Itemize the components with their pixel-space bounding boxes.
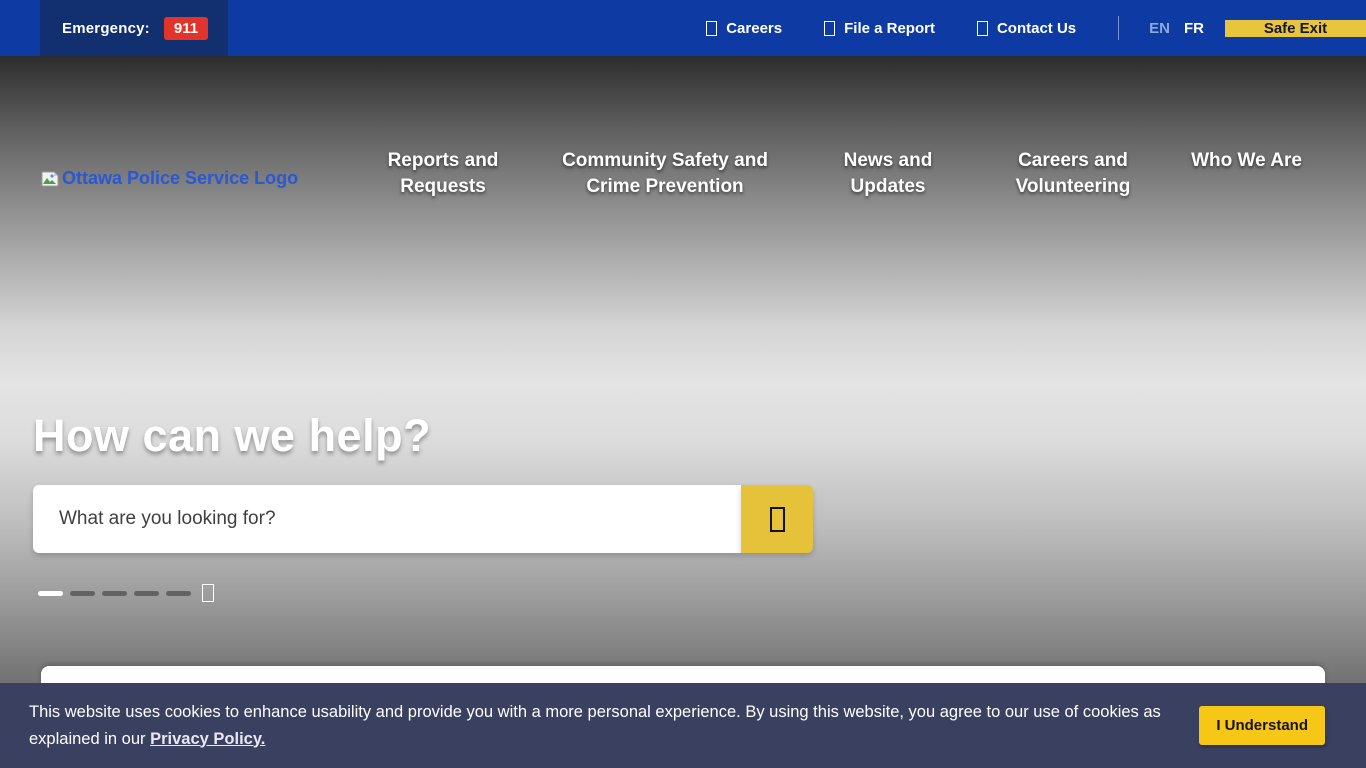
topbar-links: Careers File a Report Contact Us EN FR S… bbox=[706, 0, 1366, 56]
broken-image-icon bbox=[41, 171, 59, 187]
language-toggle-en[interactable]: EN bbox=[1149, 20, 1170, 37]
carousel-indicator-2[interactable] bbox=[70, 591, 95, 596]
carousel-controls bbox=[38, 584, 214, 602]
carousel-indicator-1[interactable] bbox=[38, 591, 63, 596]
hero-heading: How can we help? bbox=[33, 410, 431, 462]
site-search bbox=[33, 485, 813, 553]
contact-us-link[interactable]: Contact Us bbox=[977, 20, 1076, 37]
nav-item-news-and-updates[interactable]: News and Updates bbox=[808, 148, 968, 200]
language-toggle-fr[interactable]: FR bbox=[1184, 20, 1204, 37]
careers-link[interactable]: Careers bbox=[706, 20, 782, 37]
nav-item-community-safety[interactable]: Community Safety and Crime Prevention bbox=[548, 148, 782, 200]
emergency-notice: Emergency: 911 bbox=[40, 0, 228, 56]
emergency-label: Emergency: bbox=[62, 20, 150, 37]
main-navigation: Ottawa Police Service Logo Reports and R… bbox=[0, 56, 1366, 186]
nav-item-who-we-are[interactable]: Who We Are bbox=[1180, 148, 1313, 174]
carousel-indicator-4[interactable] bbox=[134, 591, 159, 596]
carousel-indicator-5[interactable] bbox=[166, 591, 191, 596]
home-logo-link[interactable]: Ottawa Police Service Logo bbox=[41, 168, 298, 189]
top-utility-bar: Emergency: 911 Careers File a Report Con… bbox=[0, 0, 1366, 56]
nav-item-reports-and-requests[interactable]: Reports and Requests bbox=[363, 148, 523, 200]
contact-us-link-label: Contact Us bbox=[997, 20, 1076, 37]
search-button[interactable] bbox=[741, 485, 813, 553]
cookie-message: This website uses cookies to enhance usa… bbox=[29, 699, 1175, 753]
language-divider bbox=[1118, 16, 1119, 40]
logo-alt-text: Ottawa Police Service Logo bbox=[62, 168, 298, 189]
file-report-icon bbox=[824, 21, 835, 36]
carousel-indicator-3[interactable] bbox=[102, 591, 127, 596]
nav-item-careers-and-volunteering[interactable]: Careers and Volunteering bbox=[985, 148, 1161, 200]
i-understand-button[interactable]: I Understand bbox=[1199, 706, 1325, 745]
privacy-policy-link[interactable]: Privacy Policy. bbox=[150, 730, 265, 748]
careers-icon bbox=[706, 21, 717, 36]
pause-icon[interactable] bbox=[202, 584, 214, 602]
file-a-report-link[interactable]: File a Report bbox=[824, 20, 935, 37]
search-input[interactable] bbox=[33, 485, 741, 553]
cookie-consent-banner: This website uses cookies to enhance usa… bbox=[0, 683, 1366, 768]
safe-exit-button[interactable]: Safe Exit bbox=[1225, 20, 1366, 37]
careers-link-label: Careers bbox=[726, 20, 782, 37]
emergency-number-badge: 911 bbox=[164, 17, 208, 40]
search-icon bbox=[770, 507, 785, 532]
contact-icon bbox=[977, 21, 988, 36]
file-a-report-link-label: File a Report bbox=[844, 20, 935, 37]
